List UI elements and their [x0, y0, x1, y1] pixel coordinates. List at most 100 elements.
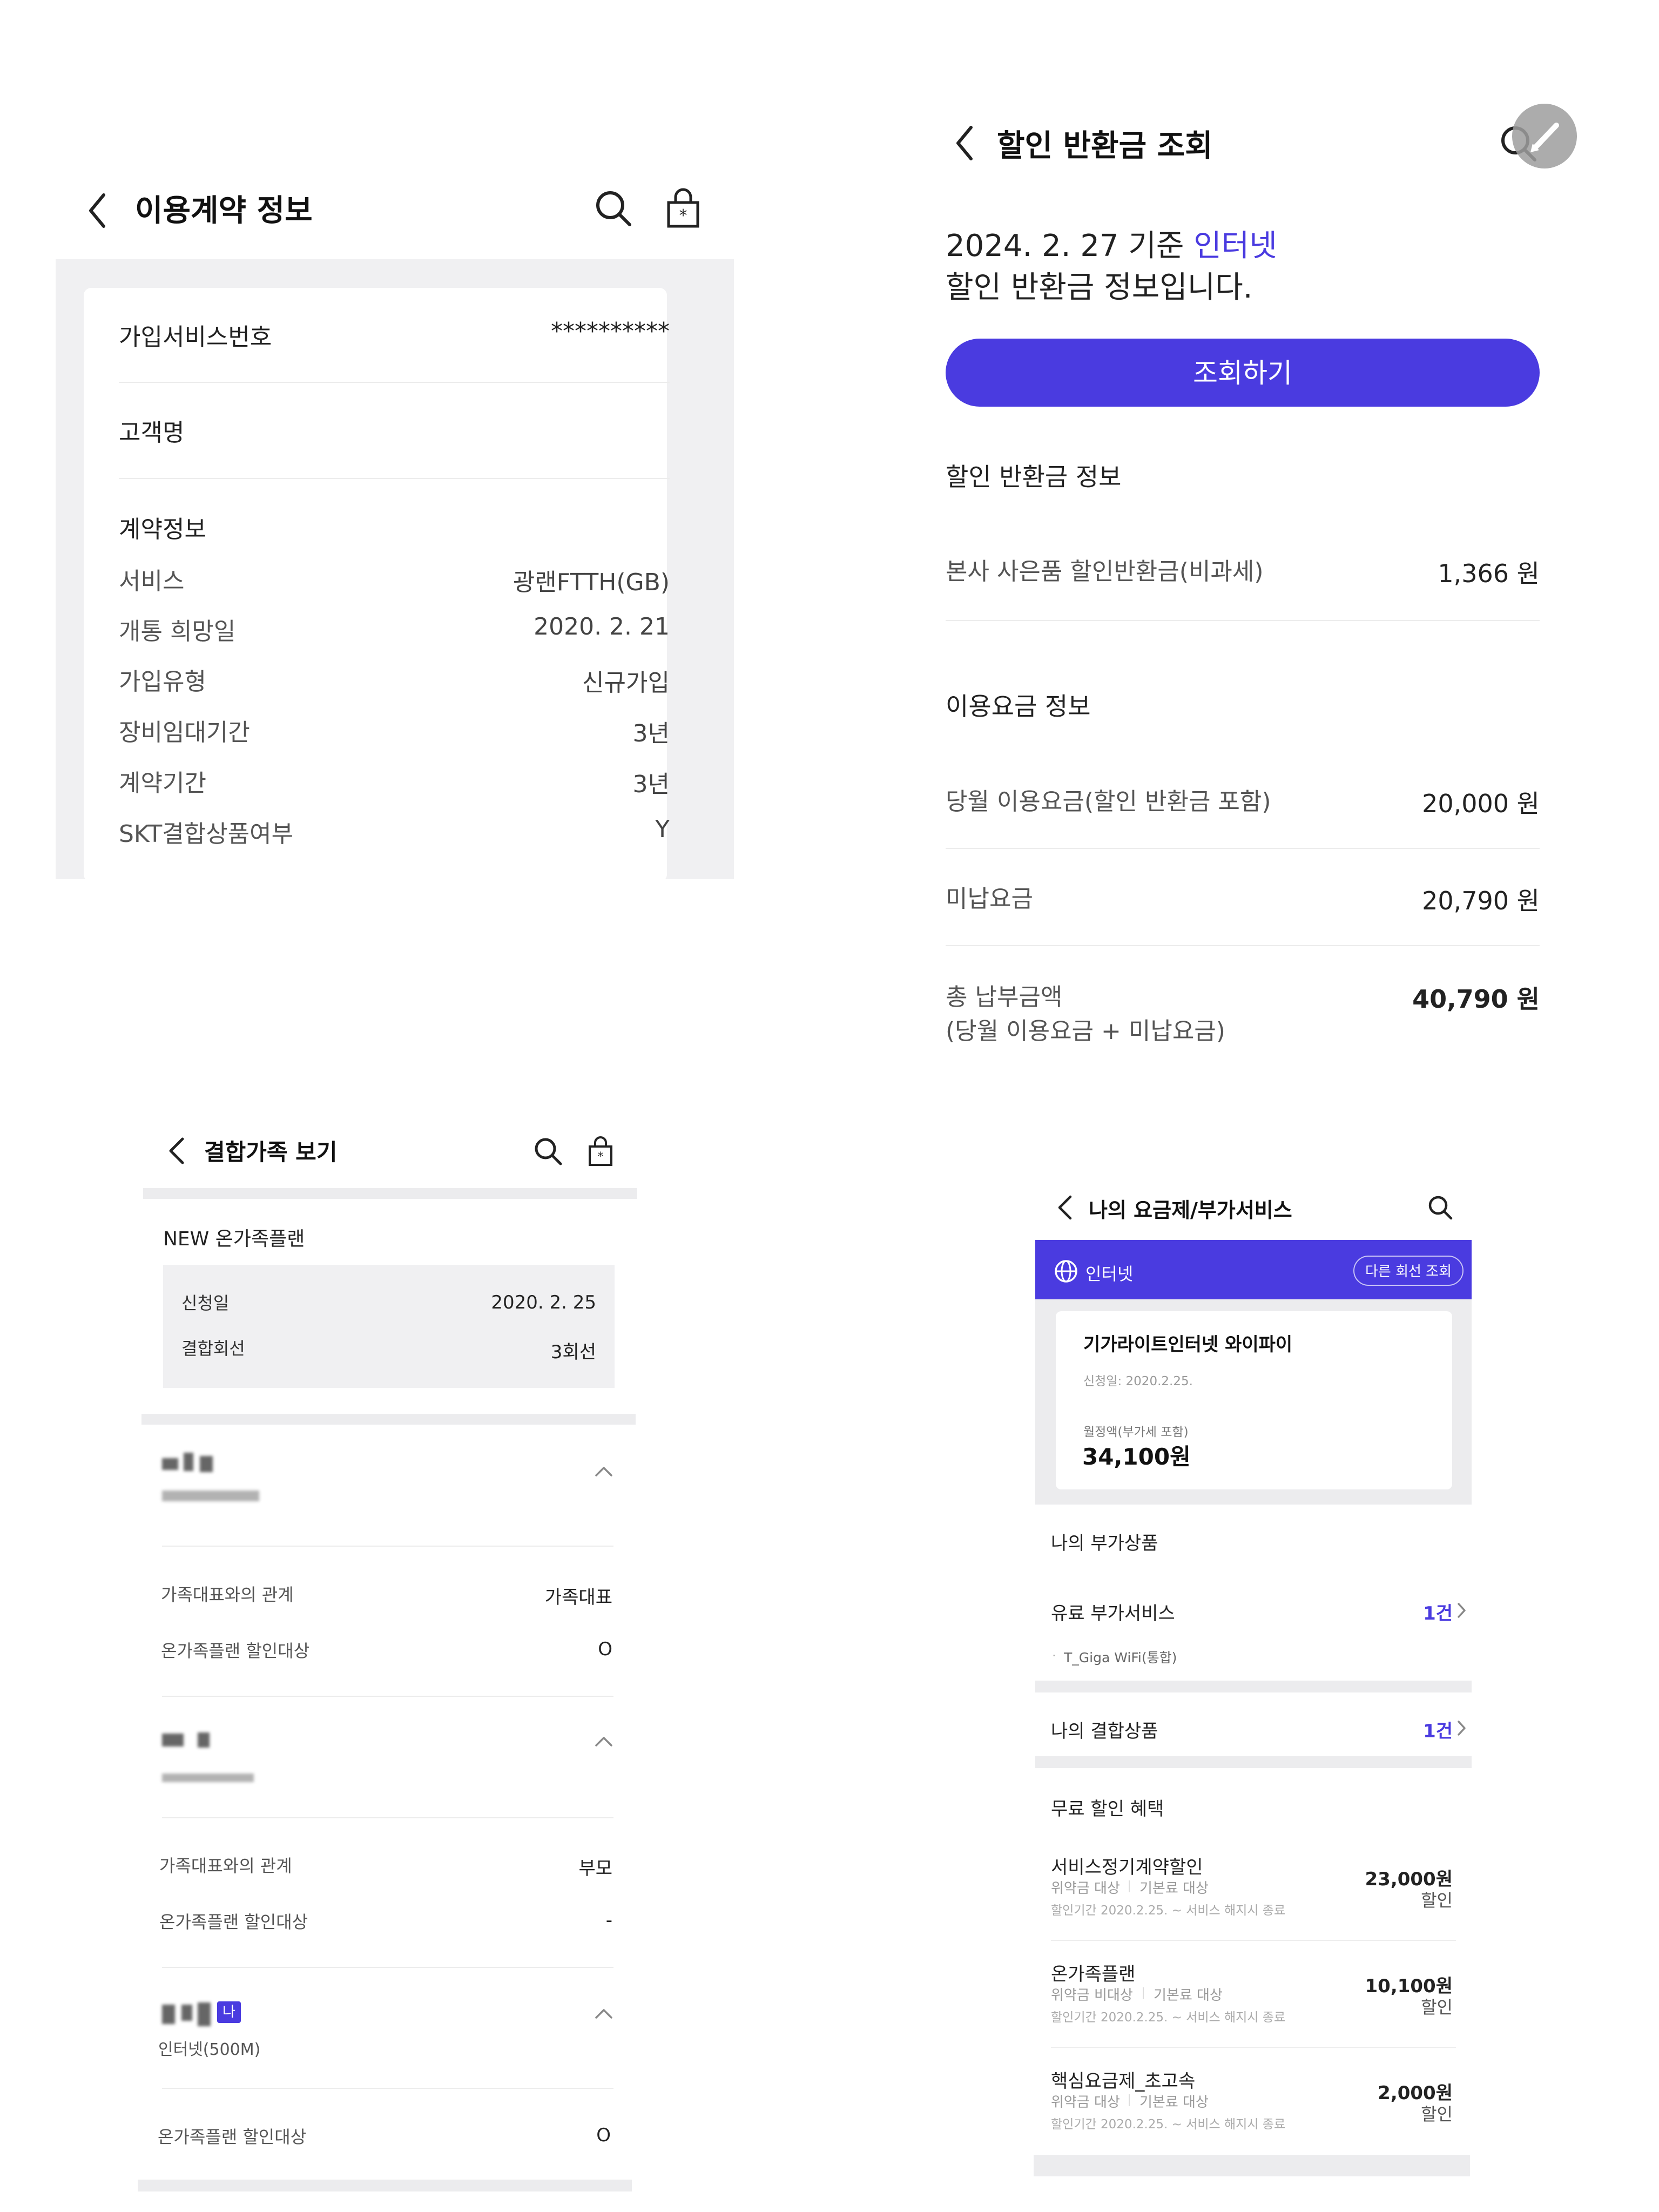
discount-section-title: 무료 할인 혜택 [1051, 1798, 1164, 1820]
divider [1051, 1940, 1456, 1941]
masked-name [162, 2005, 175, 2024]
plan-summary-box [163, 1265, 615, 1388]
back-arrow-icon[interactable] [954, 124, 975, 162]
total-label-line2: (당월 이용요금 + 미납요금) [946, 1017, 1225, 1045]
divider [162, 1546, 613, 1547]
discount-period: 할인기간 2020.2.25. ~ 서비스 해지시 종료 [1051, 2117, 1286, 2132]
divider [162, 1967, 613, 1968]
chevron-right-icon[interactable] [1456, 1602, 1467, 1619]
discount-tag: 기본료 대상 [1154, 1987, 1223, 2004]
contract-info-screen: 이용계약 정보 * 가입서비스번호 ********** 고객명 계약정보 서비… [0, 0, 830, 1080]
unpaid-label: 미납요금 [946, 885, 1033, 913]
detail-label-open-date: 개통 희망일 [119, 618, 236, 645]
bundle-label[interactable]: 나의 결합상품 [1051, 1716, 1158, 1743]
service-number-label: 가입서비스번호 [119, 323, 272, 351]
detail-label-join-type: 가입유형 [119, 668, 206, 696]
discount-unit: 할인 [1421, 1890, 1453, 1911]
bundle-lines-label: 결합회선 [181, 1338, 245, 1359]
headline-line1: 2024. 2. 27 기준 인터넷 [946, 228, 1277, 264]
detail-label-skt-bundle: SKT결합상품여부 [119, 820, 294, 848]
masked-name [198, 2002, 211, 2026]
service-number-value: ********** [551, 318, 670, 345]
total-value: 40,790 원 [1412, 984, 1540, 1014]
discount-unit: 할인 [1421, 1997, 1453, 2018]
discount-name: 서비스정기계약할인 [1051, 1857, 1203, 1878]
masked-name [162, 1734, 184, 1746]
lock-icon[interactable]: * [588, 1134, 613, 1166]
divider [1051, 2047, 1456, 2048]
inquiry-button[interactable]: 조회하기 [946, 339, 1540, 407]
search-icon[interactable] [534, 1137, 563, 1166]
contract-section-title: 계약정보 [119, 516, 206, 543]
discount-period: 할인기간 2020.2.25. ~ 서비스 해지시 종료 [1051, 2011, 1286, 2025]
divider [946, 848, 1540, 849]
back-arrow-icon[interactable] [167, 1137, 186, 1165]
discount-target-label: 온가족플랜 할인대상 [161, 1641, 310, 1661]
discount-tag: 위약금 대상 [1051, 1880, 1120, 1897]
masked-name [198, 1732, 210, 1748]
plan-name: NEW 온가족플랜 [163, 1228, 305, 1250]
chevron-up-icon[interactable] [594, 1465, 613, 1478]
chevron-up-icon[interactable] [594, 1735, 613, 1748]
detail-value-contract-period: 3년 [632, 771, 670, 798]
back-arrow-icon[interactable] [1056, 1195, 1074, 1220]
fee-value: 34,100원 [1082, 1444, 1191, 1470]
section-divider [1035, 1681, 1472, 1692]
monthly-fee-value: 20,000 원 [1422, 789, 1540, 818]
discount-target-value: O [596, 2125, 611, 2146]
divider [162, 1817, 613, 1818]
discount-target-label: 온가족플랜 할인대상 [158, 2127, 307, 2147]
relation-value: 가족대표 [544, 1587, 612, 1608]
page-title: 할인 반환금 조회 [997, 129, 1213, 164]
apply-date-value: 2020. 2. 25 [491, 1292, 596, 1313]
plan-name: 기가라이트인터넷 와이파이 [1083, 1334, 1293, 1355]
tag-separator [1129, 1880, 1130, 1892]
detail-value-join-type: 신규가입 [582, 669, 670, 697]
masked-name [184, 1453, 193, 1471]
bullet-dot: · [1052, 1648, 1056, 1663]
headline-service-highlight: 인터넷 [1193, 228, 1277, 264]
other-line-button[interactable]: 다른 회선 조회 [1353, 1256, 1464, 1286]
detail-label-service: 서비스 [119, 568, 185, 595]
chevron-up-icon[interactable] [594, 2007, 613, 2020]
back-arrow-icon[interactable] [86, 192, 108, 230]
discount-target-value: O [598, 1638, 612, 1660]
monthly-fee-label: 당월 이용요금(할인 반환금 포함) [946, 788, 1271, 815]
detail-value-open-date: 2020. 2. 21 [534, 613, 670, 640]
divider [946, 945, 1540, 946]
svg-text:*: * [679, 206, 687, 225]
usage-section-title: 이용요금 정보 [946, 692, 1091, 721]
discount-target-value: - [605, 1910, 612, 1931]
tag-separator [1129, 2094, 1130, 2106]
edit-floating-button[interactable] [1512, 104, 1577, 168]
plan-apply-date: 신청일: 2020.2.25. [1083, 1374, 1193, 1388]
globe-icon [1055, 1260, 1077, 1283]
detail-value-skt-bundle: Y [655, 815, 670, 843]
section-divider [141, 1414, 636, 1425]
total-label-line1: 총 납부금액 [946, 983, 1063, 1011]
headline-line2: 할인 반환금 정보입니다. [946, 270, 1253, 305]
paid-addon-count[interactable]: 1건 [1423, 1599, 1453, 1625]
discount-tag: 위약금 대상 [1051, 2094, 1120, 2110]
svg-text:*: * [598, 1150, 604, 1164]
me-badge: 나 [217, 2001, 241, 2023]
chevron-right-icon[interactable] [1456, 1719, 1467, 1737]
gift-refund-label: 본사 사은품 할인반환금(비과세) [946, 558, 1264, 585]
bundle-count[interactable]: 1건 [1423, 1716, 1453, 1743]
my-plan-screen: 나의 요금제/부가서비스 인터넷 다른 회선 조회 기가라이트인터넷 와이파이 … [830, 1080, 1659, 2212]
discount-target-label: 온가족플랜 할인대상 [159, 1912, 308, 1932]
discount-tag: 기본료 대상 [1139, 2094, 1209, 2110]
line-tab-internet: 인터넷 [1085, 1264, 1134, 1284]
refund-section-title: 할인 반환금 정보 [946, 462, 1122, 491]
paid-addon-label[interactable]: 유료 부가서비스 [1051, 1599, 1175, 1625]
search-icon[interactable] [594, 189, 633, 228]
page-title: 이용계약 정보 [135, 193, 313, 228]
search-icon[interactable] [1427, 1195, 1453, 1220]
lock-icon[interactable]: * [666, 186, 700, 228]
relation-label: 가족대표와의 관계 [159, 1856, 292, 1876]
section-divider [138, 2180, 632, 2191]
discount-tag: 기본료 대상 [1139, 1880, 1209, 1897]
discount-period: 할인기간 2020.2.25. ~ 서비스 해지시 종료 [1051, 1904, 1286, 1918]
unpaid-value: 20,790 원 [1422, 886, 1540, 915]
family-bundle-screen: 결합가족 보기 * NEW 온가족플랜 신청일 2020. 2. 25 결합회선… [0, 1080, 830, 2212]
